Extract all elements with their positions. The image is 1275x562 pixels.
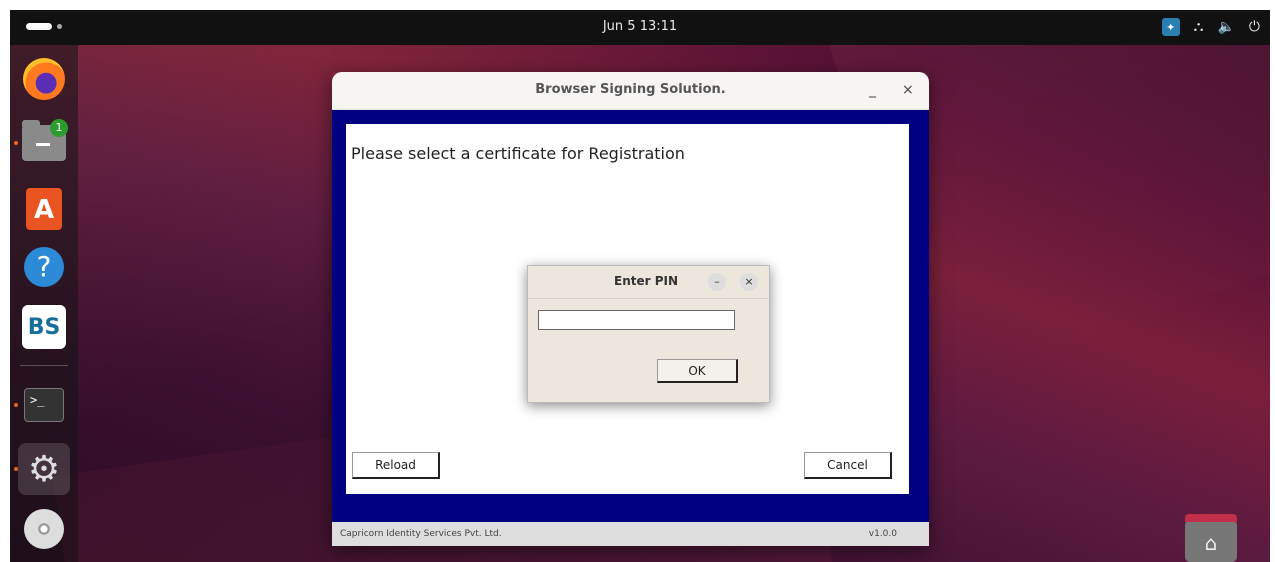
minimize-button[interactable]: _ [869,82,876,98]
terminal-icon: >_ [24,388,64,422]
running-indicator [14,403,18,407]
cancel-button[interactable]: Cancel [804,452,892,479]
bs-icon: BS [22,305,66,349]
running-indicator [14,141,18,145]
top-bar: Jun 5 13:11 ✦ ⛬ 🔈 ⏻ [10,10,1270,45]
window-titlebar[interactable]: Browser Signing Solution. _ × [332,72,929,110]
company-name: Capricorn Identity Services Pvt. Ltd. [340,529,502,539]
dock-item-disc[interactable] [18,503,70,555]
window-title: Browser Signing Solution. [535,82,726,97]
dock-item-help[interactable]: ? [18,241,70,293]
dock-item-terminal[interactable]: >_ [14,379,70,431]
dock-item-settings[interactable]: ⚙ [14,443,70,495]
pin-dialog-title: Enter PIN [614,274,679,288]
dock-item-files[interactable]: 1 [14,117,70,169]
power-icon[interactable]: ⏻ [1249,19,1260,35]
pin-minimize-button[interactable]: – [708,273,726,291]
reload-button[interactable]: Reload [352,452,440,479]
help-icon: ? [24,247,64,287]
home-folder-icon[interactable]: ⌂ [1185,514,1237,562]
app-indicator-icon[interactable]: ✦ [1161,18,1180,36]
enter-pin-dialog: Enter PIN – × OK [527,265,770,403]
pin-dialog-titlebar[interactable]: Enter PIN – × [528,266,769,299]
dock: 1 A ? BS >_ ⚙ [10,45,78,562]
clock[interactable]: Jun 5 13:11 [10,19,1270,34]
gear-icon: ⚙ [27,448,61,490]
window-footer: Capricorn Identity Services Pvt. Ltd. v1… [332,522,929,546]
dock-separator [20,365,68,366]
certificate-prompt: Please select a certificate for Registra… [351,144,685,163]
running-indicator [14,467,18,471]
dock-item-firefox[interactable] [18,53,70,105]
volume-icon[interactable]: 🔈 [1217,19,1234,35]
ok-button[interactable]: OK [657,359,738,383]
dock-item-browser-signing[interactable]: BS [18,301,70,353]
dock-item-app-center[interactable]: A [18,183,70,235]
network-icon[interactable]: ⛬ [1194,19,1204,35]
system-tray[interactable]: ✦ ⛬ 🔈 ⏻ [1161,18,1260,36]
notification-badge: 1 [50,119,68,137]
disc-icon [24,509,64,549]
store-icon: A [26,188,62,230]
firefox-icon [23,58,65,100]
close-button[interactable]: × [902,82,914,98]
pin-input[interactable] [538,310,735,330]
version-label: v1.0.0 [868,529,897,539]
pin-close-button[interactable]: × [740,273,758,291]
